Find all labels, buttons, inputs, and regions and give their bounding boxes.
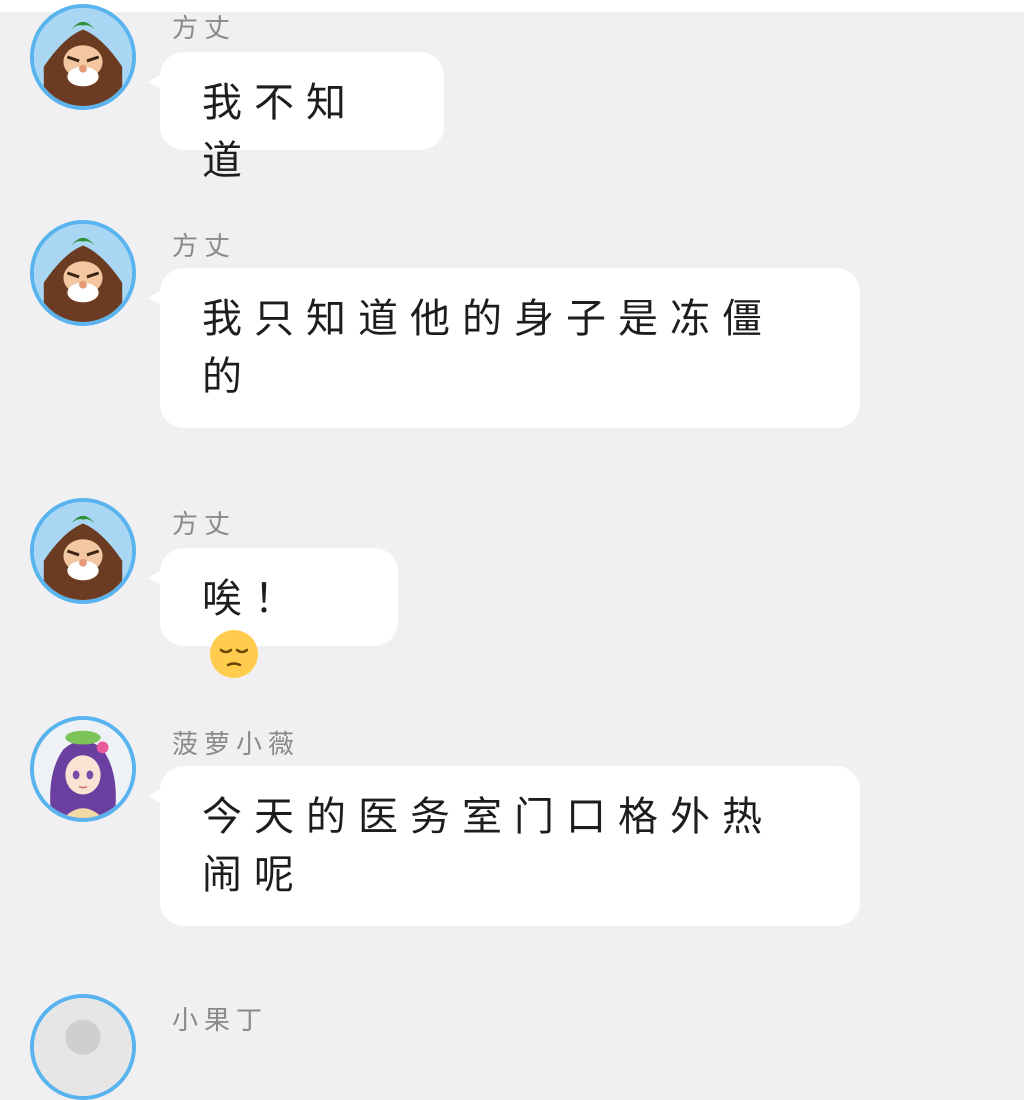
message-text: 唉！	[202, 576, 306, 622]
girl-avatar-icon[interactable]	[30, 716, 136, 822]
status-bar	[0, 0, 1024, 12]
message-bubble[interactable]: 我不知道	[148, 52, 444, 184]
abbot-avatar-icon[interactable]	[30, 4, 136, 110]
message-text: 今天的医务室门口格外热闹呢	[202, 794, 774, 898]
sender-name: 方丈	[172, 510, 237, 540]
message-bubble[interactable]: 唉！	[148, 548, 398, 678]
message-bubble[interactable]: 我只知道他的身子是冻僵的	[148, 268, 860, 428]
message-text: 我只知道他的身子是冻僵的	[202, 296, 774, 400]
sender-name: 小果丁	[172, 1006, 269, 1036]
abbot-avatar-icon[interactable]	[30, 498, 136, 604]
sender-name: 方丈	[172, 14, 237, 44]
sender-name: 菠萝小薇	[172, 730, 301, 760]
pensive-face-emoji	[210, 630, 258, 678]
abbot-avatar-icon[interactable]	[30, 220, 136, 326]
sender-name: 方丈	[172, 232, 237, 262]
message-bubble[interactable]: 今天的医务室门口格外热闹呢	[148, 766, 860, 926]
user-avatar-icon[interactable]	[30, 994, 136, 1100]
message-text: 我不知道	[202, 80, 358, 184]
